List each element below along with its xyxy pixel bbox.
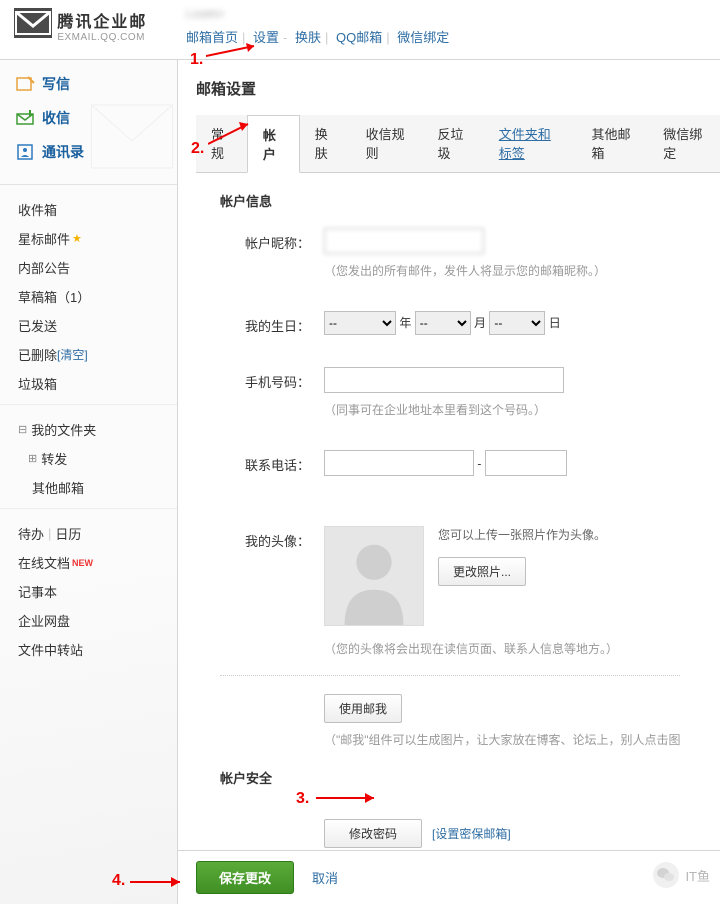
- tab-other-mail[interactable]: 其他邮箱: [576, 115, 648, 172]
- nav-online-docs[interactable]: 在线文档NEW: [18, 548, 177, 577]
- tab-skin[interactable]: 换肤: [300, 115, 351, 172]
- user-email: i.com>: [186, 6, 720, 21]
- tab-account[interactable]: 帐户: [247, 115, 300, 173]
- nickname-hint: （您发出的所有邮件，发件人将显示您的邮箱昵称。）: [324, 262, 720, 279]
- new-badge: NEW: [72, 558, 93, 568]
- section-account-info: 帐户信息: [220, 191, 720, 210]
- wechat-icon: [653, 862, 679, 888]
- avatar-label: 我的头像：: [220, 526, 310, 550]
- mail-logo-icon: [14, 8, 52, 41]
- phone-area-input[interactable]: [324, 450, 474, 476]
- clear-deleted-link[interactable]: [清空]: [57, 346, 88, 363]
- receive-button[interactable]: 收信: [16, 108, 177, 128]
- logo: 腾讯企业邮 EXMAIL.QQ.COM: [0, 0, 180, 59]
- nav-qqmail[interactable]: QQ邮箱: [336, 30, 382, 45]
- star-icon: ★: [72, 232, 82, 245]
- nav-settings[interactable]: 设置: [253, 30, 279, 45]
- cancel-link[interactable]: 取消: [312, 868, 338, 887]
- contacts-label: 通讯录: [42, 142, 84, 162]
- birthday-day-select[interactable]: --: [489, 311, 545, 335]
- tab-general[interactable]: 常规: [196, 115, 247, 172]
- top-nav: 邮箱首页| 设置- 换肤| QQ邮箱| 微信绑定: [186, 27, 720, 46]
- sidebar: 写信 收信 通讯录 收件箱 星标邮件 ★ 内部公告 草稿箱（1） 已发送 已删除…: [0, 60, 178, 904]
- settings-tabs: 常规 帐户 换肤 收信规则 反垃圾 文件夹和标签 其他邮箱 微信绑定: [196, 115, 720, 173]
- folder-deleted[interactable]: 已删除[清空]: [18, 340, 177, 369]
- tab-folders-tags[interactable]: 文件夹和标签: [484, 115, 577, 172]
- change-password-button[interactable]: 修改密码: [324, 819, 422, 848]
- folder-sent[interactable]: 已发送: [18, 311, 177, 340]
- mobile-input[interactable]: [324, 367, 564, 393]
- avatar-hint-bottom: （您的头像将会出现在读信页面、联系人信息等地方。）: [324, 640, 720, 657]
- compose-label: 写信: [42, 74, 70, 94]
- set-security-email-link[interactable]: [设置密保邮箱]: [432, 827, 511, 841]
- mobile-label: 手机号码：: [220, 367, 310, 391]
- contacts-button[interactable]: 通讯录: [16, 142, 177, 162]
- folder-other-mail[interactable]: 其他邮箱: [32, 473, 177, 502]
- nav-wechat[interactable]: 微信绑定: [397, 30, 449, 45]
- birthday-label: 我的生日：: [220, 311, 310, 335]
- logo-text-en: EXMAIL.QQ.COM: [57, 32, 147, 43]
- page-title: 邮箱设置: [196, 78, 720, 99]
- folder-starred[interactable]: 星标邮件 ★: [18, 224, 177, 253]
- logo-text-cn: 腾讯企业邮: [57, 8, 147, 32]
- birthday-month-select[interactable]: --: [415, 311, 471, 335]
- mobile-hint: （同事可在企业地址本里看到这个号码。）: [324, 401, 720, 418]
- nickname-label: 帐户昵称：: [220, 228, 310, 252]
- nav-todo-calendar[interactable]: 待办|日历: [18, 519, 177, 548]
- save-button[interactable]: 保存更改: [196, 861, 294, 894]
- section-account-security: 帐户安全: [220, 768, 720, 787]
- compose-button[interactable]: 写信: [16, 74, 177, 94]
- folder-drafts[interactable]: 草稿箱（1）: [18, 282, 177, 311]
- tab-rules[interactable]: 收信规则: [351, 115, 423, 172]
- tab-antispam[interactable]: 反垃圾: [422, 115, 483, 172]
- birthday-year-select[interactable]: --: [324, 311, 396, 335]
- receive-icon: [16, 110, 36, 126]
- mailme-hint: （"邮我"组件可以生成图片，让大家放在博客、论坛上，别人点击图: [324, 731, 720, 748]
- nav-skin[interactable]: 换肤: [295, 30, 321, 45]
- contacts-icon: [16, 144, 36, 160]
- watermark: IT鱼: [653, 862, 710, 888]
- avatar-placeholder-icon: [325, 526, 423, 626]
- content-area: 邮箱设置 常规 帐户 换肤 收信规则 反垃圾 文件夹和标签 其他邮箱 微信绑定 …: [178, 60, 720, 904]
- use-mailme-button[interactable]: 使用邮我: [324, 694, 402, 723]
- avatar-hint-top: 您可以上传一张照片作为头像。: [438, 526, 606, 543]
- change-avatar-button[interactable]: 更改照片...: [438, 557, 526, 586]
- folder-myfolder[interactable]: 我的文件夹: [18, 415, 177, 444]
- receive-label: 收信: [42, 108, 70, 128]
- app-header: 腾讯企业邮 EXMAIL.QQ.COM i.com> 邮箱首页| 设置- 换肤|…: [0, 0, 720, 60]
- folder-spam[interactable]: 垃圾箱: [18, 369, 177, 398]
- folder-inbox[interactable]: 收件箱: [18, 195, 177, 224]
- compose-icon: [16, 76, 36, 92]
- save-bar: 保存更改 取消: [178, 850, 720, 904]
- nav-home[interactable]: 邮箱首页: [186, 30, 238, 45]
- tab-wechat-bind[interactable]: 微信绑定: [648, 115, 720, 172]
- phone-label: 联系电话：: [220, 450, 310, 474]
- nav-netdisk[interactable]: 企业网盘: [18, 606, 177, 635]
- nav-transfer[interactable]: 文件中转站: [18, 635, 177, 664]
- nav-notes[interactable]: 记事本: [18, 577, 177, 606]
- folder-announce[interactable]: 内部公告: [18, 253, 177, 282]
- folder-forward[interactable]: 转发: [18, 444, 177, 473]
- phone-number-input[interactable]: [485, 450, 567, 476]
- nickname-input[interactable]: [324, 228, 484, 254]
- avatar-preview: [324, 526, 424, 626]
